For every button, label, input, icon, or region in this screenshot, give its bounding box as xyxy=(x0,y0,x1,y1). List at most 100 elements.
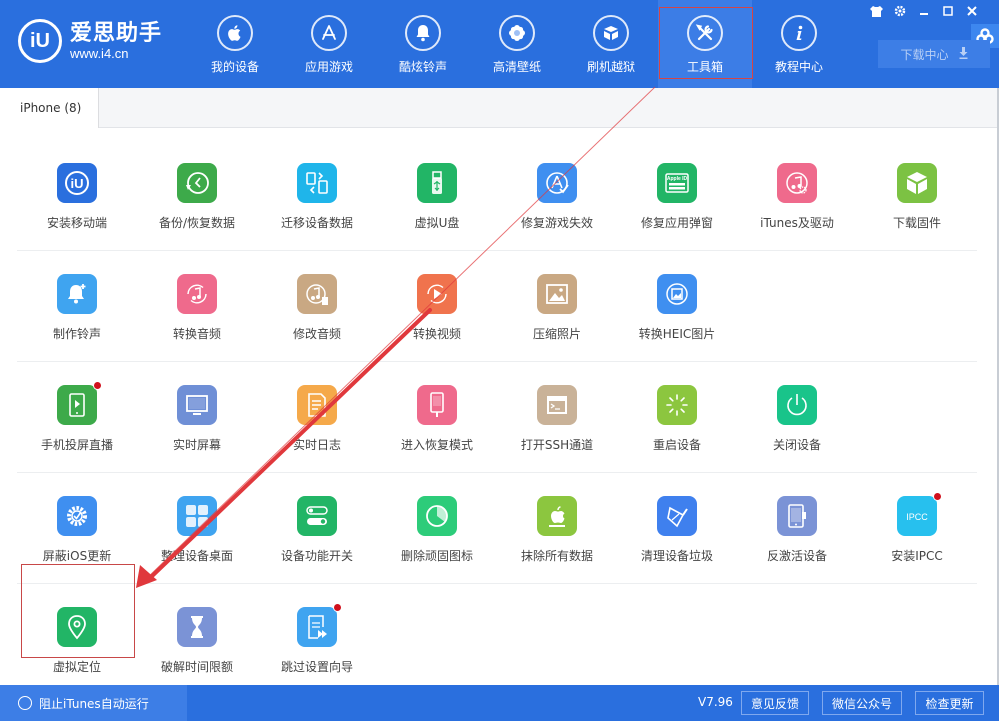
tool-item[interactable]: 下载固件 xyxy=(857,140,977,250)
svg-text:IPCC: IPCC xyxy=(906,512,928,522)
tool-item[interactable]: Apple ID 修复应用弹窗 xyxy=(617,140,737,250)
tool-item[interactable]: 压缩照片 xyxy=(497,251,617,361)
tool-item[interactable]: 删除顽固图标 xyxy=(377,473,497,583)
tool-item[interactable]: 迁移设备数据 xyxy=(257,140,377,250)
tool-label: 转换视频 xyxy=(412,327,461,341)
screen-mirror-icon xyxy=(57,381,102,425)
skin-icon[interactable] xyxy=(867,3,885,19)
tool-item[interactable]: 整理设备桌面 xyxy=(137,473,257,583)
tab-iphone[interactable]: iPhone (8) xyxy=(0,88,99,128)
usb-drive-icon xyxy=(417,163,457,203)
block-itunes-autorun-toggle[interactable]: 阻止iTunes自动运行 xyxy=(0,685,187,721)
tool-item[interactable]: 反激活设备 xyxy=(737,473,857,583)
location-pin-icon xyxy=(57,607,97,647)
app-store-icon xyxy=(311,15,347,51)
download-arrow-icon xyxy=(959,46,968,62)
tool-label: 实时日志 xyxy=(292,438,341,452)
nav-my-device[interactable]: 我的设备 xyxy=(188,0,282,88)
tool-item[interactable]: 备份/恢复数据 xyxy=(137,140,257,250)
edit-audio-icon xyxy=(297,274,337,314)
tool-label: 修复游戏失效 xyxy=(520,216,593,230)
apple-icon xyxy=(217,15,253,51)
tool-item[interactable]: 转换视频 xyxy=(377,251,497,361)
nav-label: 工具箱 xyxy=(686,60,723,74)
block-update-icon xyxy=(57,496,97,536)
tool-item[interactable]: 虚拟定位 xyxy=(17,584,137,684)
tool-label: 设备功能开关 xyxy=(280,549,353,563)
tool-label: iTunes及驱动 xyxy=(760,216,834,230)
realtime-screen-icon xyxy=(177,385,217,425)
tool-label: 虚拟U盘 xyxy=(414,216,460,230)
tool-item[interactable]: 实时屏幕 xyxy=(137,362,257,472)
close-icon[interactable] xyxy=(963,3,981,19)
tool-item[interactable]: IPCC 安装IPCC xyxy=(857,473,977,583)
app-url: www.i4.cn xyxy=(70,45,129,61)
tool-item[interactable]: 进入恢复模式 xyxy=(377,362,497,472)
tool-item[interactable]: 设备功能开关 xyxy=(257,473,377,583)
tool-label: 进入恢复模式 xyxy=(400,438,473,452)
tool-item[interactable]: 手机投屏直播 xyxy=(17,362,137,472)
tool-item[interactable]: iU 安装移动端 xyxy=(17,140,137,250)
apple-id-icon: Apple ID xyxy=(657,163,697,203)
tool-label: 转换音频 xyxy=(172,327,221,341)
nav-toolbox[interactable]: 工具箱 xyxy=(658,0,753,88)
convert-heic-icon xyxy=(657,274,697,314)
minimize-icon[interactable] xyxy=(915,3,933,19)
svg-text:Apple ID: Apple ID xyxy=(667,176,688,182)
tool-item[interactable]: 屏蔽iOS更新 xyxy=(17,473,137,583)
settings-icon[interactable] xyxy=(891,3,909,19)
tool-label: 抹除所有数据 xyxy=(520,549,593,563)
tool-item[interactable]: 转换HEIC图片 xyxy=(617,251,737,361)
tool-label: 修复应用弹窗 xyxy=(640,216,713,230)
tool-row: 虚拟定位 破解时间限额 跳过设置向导 xyxy=(17,584,977,684)
tool-label: 虚拟定位 xyxy=(52,660,101,674)
nav-wallpapers[interactable]: 高清壁纸 xyxy=(470,0,564,88)
tool-label: 清理设备垃圾 xyxy=(640,549,713,563)
tool-item[interactable]: 修复游戏失效 xyxy=(497,140,617,250)
check-update-button[interactable]: 检查更新 xyxy=(915,691,984,715)
tool-item[interactable]: 修改音频 xyxy=(257,251,377,361)
maximize-icon[interactable] xyxy=(939,3,957,19)
tool-label: 删除顽固图标 xyxy=(400,549,473,563)
status-bar: 阻止iTunes自动运行 V7.96 意见反馈 微信公众号 检查更新 xyxy=(0,685,999,721)
tool-item[interactable]: 实时日志 xyxy=(257,362,377,472)
nav-flash-jailbreak[interactable]: 刷机越狱 xyxy=(564,0,658,88)
firmware-box-icon xyxy=(897,163,937,203)
tool-label: 屏蔽iOS更新 xyxy=(42,549,112,563)
nav-ringtones[interactable]: 酷炫铃声 xyxy=(376,0,470,88)
compress-photo-icon xyxy=(537,274,577,314)
tool-item[interactable]: iTunes及驱动 xyxy=(737,140,857,250)
tool-item[interactable]: 虚拟U盘 xyxy=(377,140,497,250)
tool-label: 重启设备 xyxy=(652,438,701,452)
radio-circle-icon xyxy=(18,696,32,710)
tool-item[interactable]: 打开SSH通道 xyxy=(497,362,617,472)
nav-apps-games[interactable]: 应用游戏 xyxy=(282,0,376,88)
tools-icon xyxy=(687,15,723,51)
wechat-official-button[interactable]: 微信公众号 xyxy=(822,691,902,715)
tool-label: 制作铃声 xyxy=(52,327,101,341)
nav-label: 我的设备 xyxy=(210,60,259,74)
tool-item[interactable]: 破解时间限额 xyxy=(137,584,257,684)
nav-tutorials[interactable]: 教程中心 xyxy=(752,0,846,88)
tool-item[interactable]: 转换音频 xyxy=(137,251,257,361)
ipcc-icon: IPCC xyxy=(897,492,942,536)
migrate-data-icon xyxy=(297,163,337,203)
tool-item[interactable]: 重启设备 xyxy=(617,362,737,472)
feedback-button[interactable]: 意见反馈 xyxy=(741,691,809,715)
i4-logo-icon: iU xyxy=(57,163,97,203)
header-bar: iU 爱思助手 www.i4.cn 我的设备 应用游戏 酷炫铃声 高清壁纸 刷机… xyxy=(0,0,999,88)
tool-label: 实时屏幕 xyxy=(172,438,221,452)
toolbox-grid: iU 安装移动端 备份/恢复数据 迁移设备数据 虚拟U盘 修复游戏失效 Apple ID 修复… xyxy=(17,140,977,684)
svg-text:iU: iU xyxy=(71,176,84,191)
tool-item[interactable]: 跳过设置向导 xyxy=(257,584,377,684)
tool-label: 备份/恢复数据 xyxy=(158,216,236,230)
tool-item[interactable]: 制作铃声 xyxy=(17,251,137,361)
make-ringtone-icon xyxy=(57,274,97,314)
download-center-button[interactable]: 下载中心 xyxy=(878,40,990,68)
tool-label: 修改音频 xyxy=(292,327,341,341)
window-controls xyxy=(867,3,981,19)
tool-item[interactable]: 清理设备垃圾 xyxy=(617,473,737,583)
tool-item[interactable]: 关闭设备 xyxy=(737,362,857,472)
convert-video-icon xyxy=(417,274,457,314)
tool-item[interactable]: 抹除所有数据 xyxy=(497,473,617,583)
